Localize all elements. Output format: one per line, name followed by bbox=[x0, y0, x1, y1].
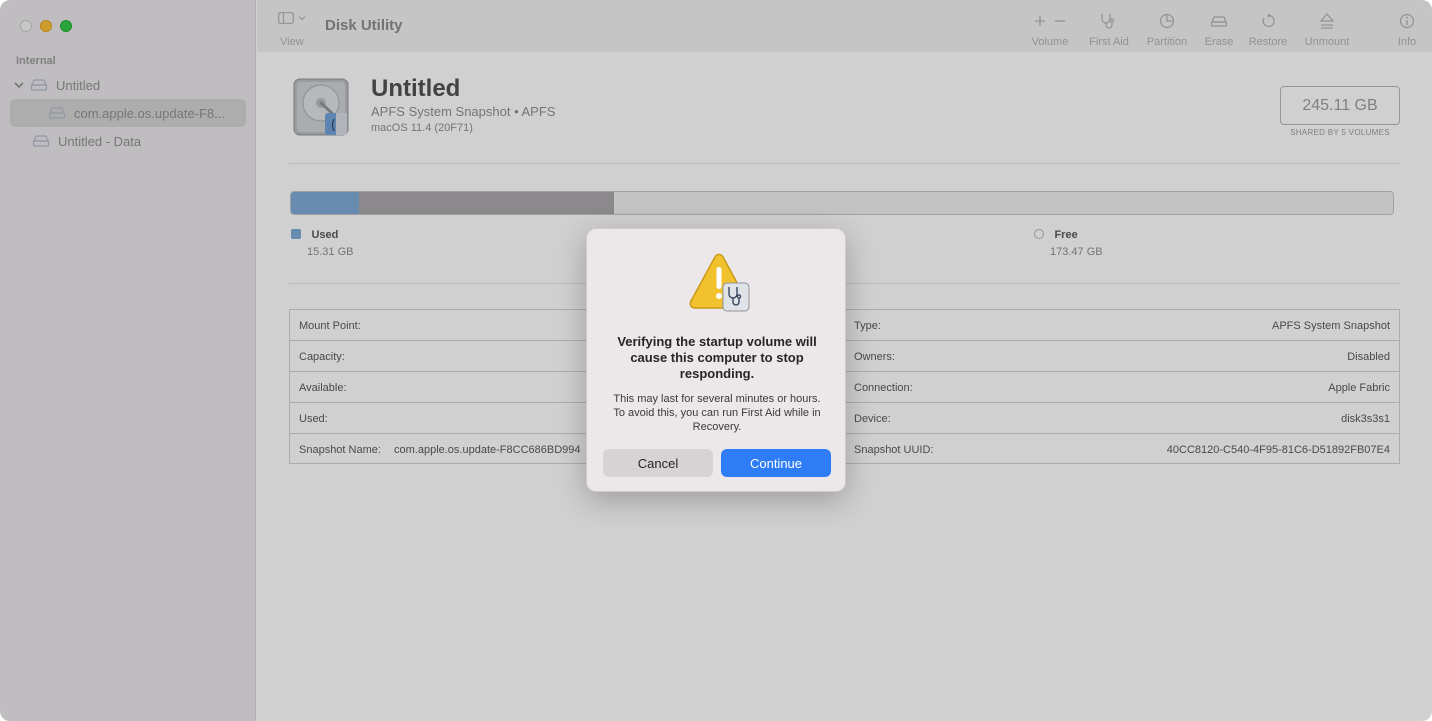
info-row: Owners: Disabled bbox=[845, 341, 1400, 372]
used-segment bbox=[291, 192, 360, 214]
continue-button[interactable]: Continue bbox=[721, 449, 831, 477]
info-value: Apple Fabric bbox=[1328, 382, 1390, 394]
used-label: Used bbox=[311, 229, 339, 241]
usage-bar bbox=[290, 191, 1394, 215]
traffic-lights bbox=[20, 20, 72, 32]
other-segment bbox=[359, 192, 614, 214]
used-swatch bbox=[291, 229, 301, 239]
cancel-button[interactable]: Cancel bbox=[603, 449, 713, 477]
info-key: Capacity: bbox=[299, 351, 345, 363]
info-key: Owners: bbox=[854, 351, 895, 363]
minimize-window-button[interactable] bbox=[40, 20, 52, 32]
volume-button[interactable]: Volume bbox=[1030, 10, 1070, 48]
divider bbox=[289, 163, 1400, 164]
volume-subtitle: APFS System Snapshot • APFS bbox=[371, 104, 556, 119]
restore-button[interactable]: Restore bbox=[1246, 10, 1290, 48]
volume-icon bbox=[32, 134, 50, 148]
unmount-button[interactable]: Unmount bbox=[1300, 10, 1354, 48]
info-row: Snapshot UUID: 40CC8120-C540-4F95-81C6-D… bbox=[845, 434, 1400, 465]
sidebar-item-label: com.apple.os.update-F8... bbox=[74, 105, 226, 121]
alert-dialog: Verifying the startup volume will cause … bbox=[586, 228, 846, 492]
disk-utility-window: Internal Untitled com.apple.os.update-F8… bbox=[0, 0, 1432, 721]
legend-used: Used 15.31 GB bbox=[291, 225, 353, 258]
info-key: Snapshot UUID: bbox=[854, 444, 934, 456]
view-label: View bbox=[280, 36, 304, 48]
alert-title: Verifying the startup volume will cause … bbox=[617, 334, 817, 381]
info-row: Type: APFS System Snapshot bbox=[845, 310, 1400, 341]
info-label: Info bbox=[1397, 36, 1417, 48]
eraser-icon bbox=[1210, 16, 1228, 27]
info-key: Device: bbox=[854, 413, 891, 425]
info-icon bbox=[1399, 13, 1415, 29]
info-value: com.apple.os.update-F8CC686BD994 bbox=[394, 444, 581, 456]
sidebar-toggle-icon bbox=[278, 12, 294, 24]
add-icon[interactable] bbox=[1035, 16, 1045, 26]
erase-label: Erase bbox=[1204, 36, 1234, 48]
partition-button[interactable]: Partition bbox=[1143, 10, 1191, 48]
info-row: Device: disk3s3s1 bbox=[845, 403, 1400, 434]
alert-message: This may last for several minutes or hou… bbox=[613, 393, 821, 433]
chevron-down-icon[interactable] bbox=[12, 81, 26, 89]
info-value: APFS System Snapshot bbox=[1272, 320, 1390, 332]
close-window-button[interactable] bbox=[20, 20, 32, 32]
sidebar: Internal Untitled com.apple.os.update-F8… bbox=[0, 0, 256, 721]
maximize-window-button[interactable] bbox=[60, 20, 72, 32]
volume-icon bbox=[30, 78, 48, 92]
sidebar-section-internal: Internal bbox=[16, 55, 56, 67]
volume-label: Volume bbox=[1031, 36, 1069, 48]
info-key: Type: bbox=[854, 320, 881, 332]
info-value: Disabled bbox=[1347, 351, 1390, 363]
chevron-down-icon bbox=[298, 16, 306, 21]
legend-free: Free 173.47 GB bbox=[1034, 225, 1103, 258]
restore-icon bbox=[1262, 14, 1275, 28]
info-value: 40CC8120-C540-4F95-81C6-D51892FB07E4 bbox=[1166, 444, 1390, 456]
used-value: 15.31 GB bbox=[307, 246, 354, 258]
info-key: Used: bbox=[299, 413, 328, 425]
volume-size: 245.11 GB bbox=[1280, 86, 1400, 125]
pie-chart-icon bbox=[1159, 13, 1175, 29]
view-button[interactable] bbox=[278, 12, 312, 24]
volume-name: Untitled bbox=[371, 75, 461, 102]
hard-drive-icon bbox=[292, 77, 352, 137]
free-label: Free bbox=[1054, 229, 1078, 241]
window-title: Disk Utility bbox=[325, 17, 403, 34]
stethoscope-icon bbox=[1101, 14, 1115, 29]
restore-label: Restore bbox=[1248, 36, 1288, 48]
info-row: Connection: Apple Fabric bbox=[845, 372, 1400, 403]
unmount-label: Unmount bbox=[1304, 36, 1350, 48]
volume-icon bbox=[48, 106, 66, 120]
info-column-right: Type: APFS System Snapshot Owners: Disab… bbox=[845, 310, 1400, 463]
sidebar-item-label: Untitled - Data bbox=[58, 133, 142, 149]
info-key: Connection: bbox=[854, 382, 913, 394]
remove-icon[interactable] bbox=[1055, 16, 1065, 26]
shared-volumes-label: SHARED BY 5 VOLUMES bbox=[1290, 128, 1390, 137]
info-key: Available: bbox=[299, 382, 347, 394]
first-aid-label: First Aid bbox=[1089, 36, 1129, 48]
free-swatch bbox=[1034, 229, 1044, 239]
info-button[interactable]: Info bbox=[1392, 10, 1422, 48]
partition-label: Partition bbox=[1146, 36, 1188, 48]
eject-icon bbox=[1320, 13, 1334, 29]
sidebar-item-untitled-data[interactable]: Untitled - Data bbox=[10, 127, 246, 155]
erase-button[interactable]: Erase bbox=[1201, 10, 1237, 48]
free-value: 173.47 GB bbox=[1050, 246, 1103, 258]
sidebar-item-snapshot[interactable]: com.apple.os.update-F8... bbox=[10, 99, 246, 127]
info-value: disk3s3s1 bbox=[1341, 413, 1390, 425]
first-aid-button[interactable]: First Aid bbox=[1084, 10, 1134, 48]
info-key: Snapshot Name: bbox=[299, 444, 381, 456]
sidebar-item-label: Untitled bbox=[56, 77, 101, 93]
info-key: Mount Point: bbox=[299, 320, 361, 332]
volume-os: macOS 11.4 (20F71) bbox=[371, 122, 473, 134]
sidebar-item-untitled[interactable]: Untitled bbox=[10, 71, 246, 99]
warning-icon bbox=[687, 253, 751, 313]
